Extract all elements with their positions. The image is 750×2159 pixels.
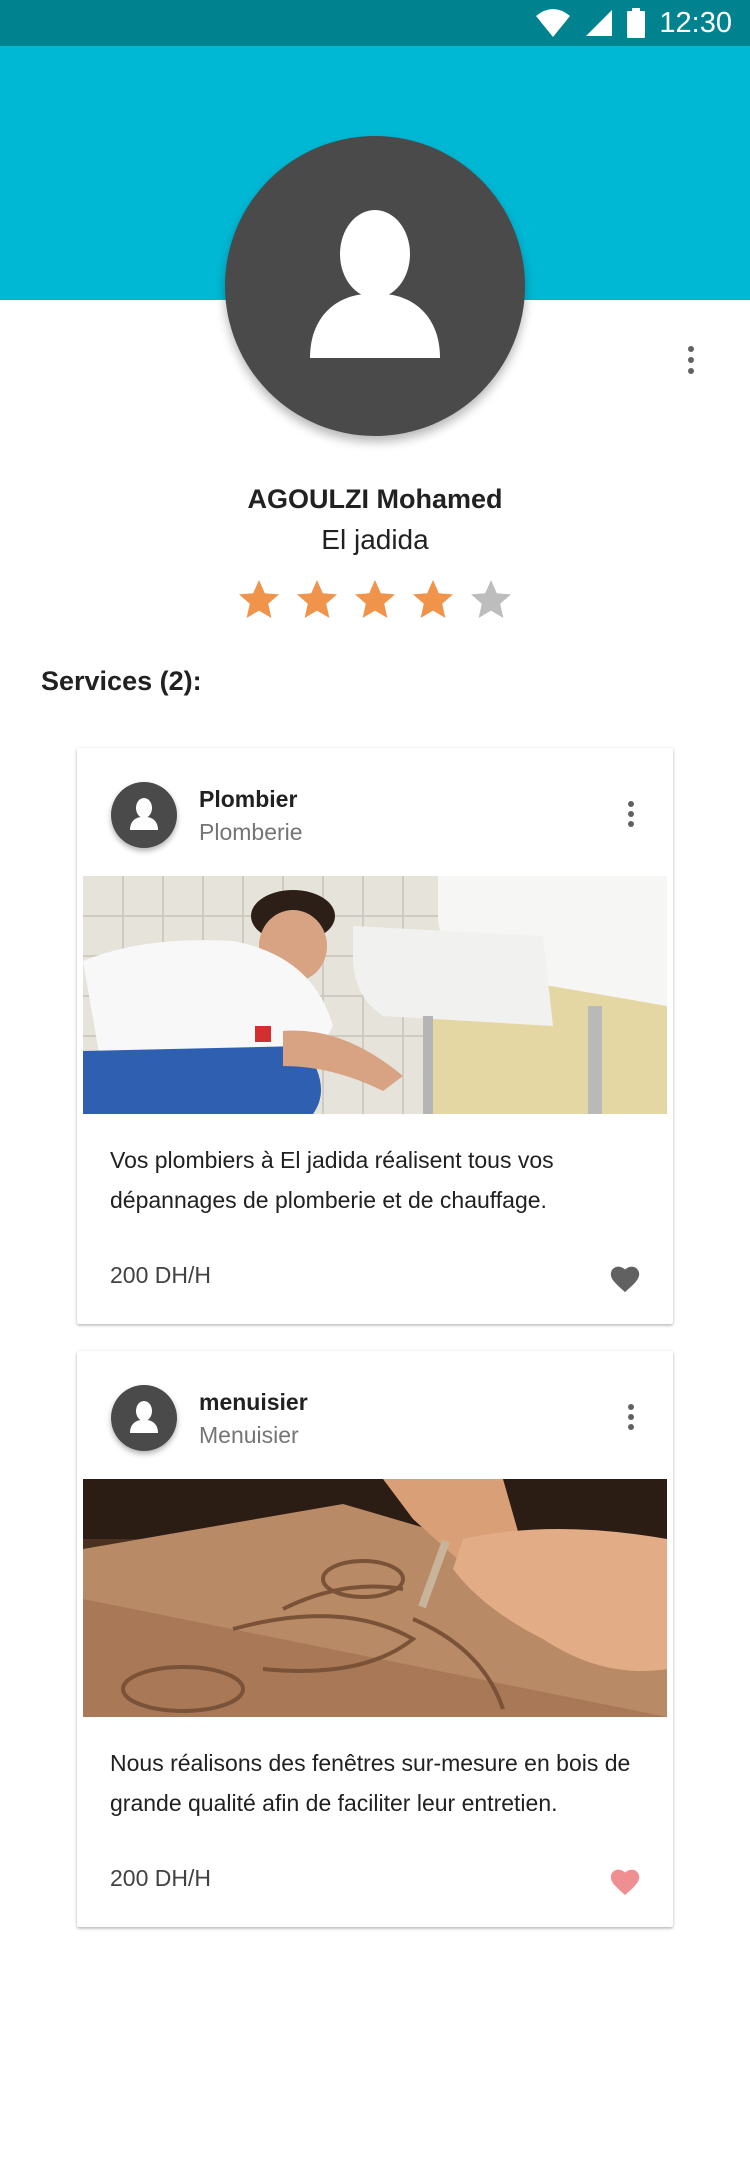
service-category: Plomberie [199, 819, 303, 845]
favorite-heart-icon[interactable] [608, 1262, 642, 1294]
more-vert-dot [628, 821, 634, 827]
service-more-options-button[interactable] [621, 1399, 641, 1435]
service-price: 200 DH/H [110, 1865, 211, 1891]
service-card[interactable]: Plombier Plomberie Vos plombiers à El ja… [77, 748, 673, 1324]
profile-avatar[interactable] [225, 136, 525, 436]
signal-icon [586, 10, 613, 36]
profile-name: AGOULZI Mohamed [247, 484, 503, 514]
star-filled-icon [413, 580, 453, 618]
wood-carving-photo [83, 1479, 667, 1717]
service-card[interactable]: menuisier Menuisier Nous réalisons des f… [77, 1351, 673, 1927]
service-description: Nous réalisons des fenêtres sur-mesure e… [110, 1750, 631, 1816]
person-icon [130, 798, 158, 830]
person-icon [310, 210, 440, 358]
service-more-options-button[interactable] [621, 796, 641, 832]
battery-icon [627, 8, 646, 38]
service-avatar [111, 782, 177, 848]
favorite-heart-icon[interactable] [608, 1865, 642, 1897]
more-vert-dot [628, 811, 634, 817]
more-vert-icon [688, 346, 694, 352]
star-filled-icon [297, 580, 337, 618]
status-time: 12:30 [659, 6, 732, 39]
more-vert-icon [628, 1404, 634, 1410]
more-vert-dot [688, 368, 694, 374]
profile-more-options-button[interactable] [676, 340, 706, 380]
person-icon [130, 1401, 158, 1433]
star-filled-icon [355, 580, 395, 618]
plumber-photo [83, 876, 667, 1114]
service-category: Menuisier [199, 1422, 299, 1448]
status-bar: 12:30 [0, 0, 750, 46]
profile-city: El jadida [321, 524, 429, 555]
more-vert-icon [628, 801, 634, 807]
service-price: 200 DH/H [110, 1262, 211, 1288]
service-avatar [111, 1385, 177, 1451]
service-title: menuisier [199, 1389, 308, 1415]
star-empty-icon [471, 580, 511, 618]
more-vert-dot [688, 357, 694, 363]
star-filled-icon [239, 580, 279, 618]
more-vert-dot [628, 1424, 634, 1430]
profile-rating [235, 576, 515, 624]
service-title: Plombier [199, 786, 298, 812]
wifi-icon [536, 9, 571, 37]
services-title: Services (2): [41, 666, 202, 696]
more-vert-dot [628, 1414, 634, 1420]
service-description: Vos plombiers à El jadida réalisent tous… [110, 1147, 554, 1213]
